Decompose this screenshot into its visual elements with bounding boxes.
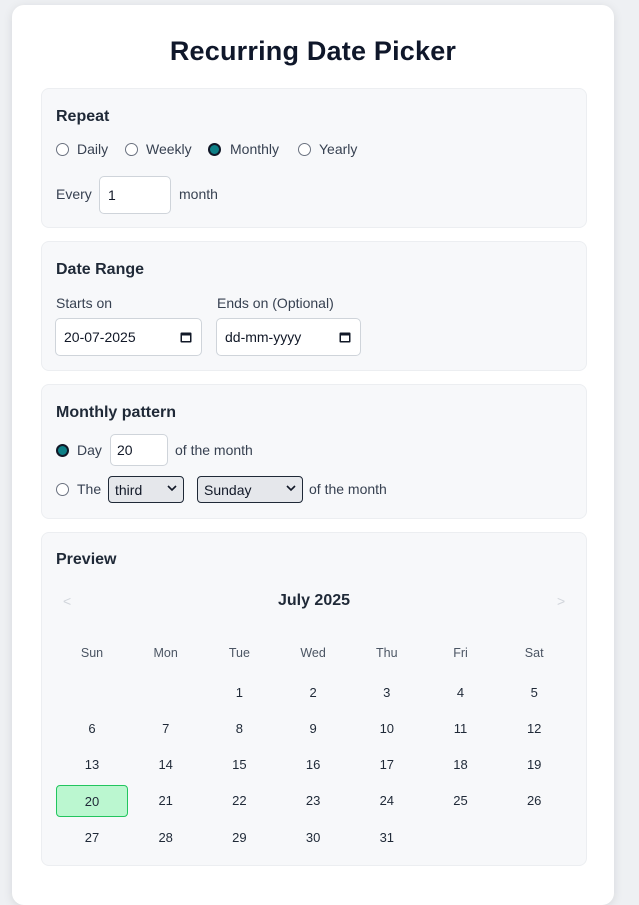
end-date-input[interactable]: dd-mm-yyyy: [216, 318, 361, 356]
weekday-header: Mon: [153, 646, 178, 660]
calendar-day[interactable]: 9: [277, 713, 349, 745]
start-date-input[interactable]: 20-07-2025: [55, 318, 202, 356]
calendar-day[interactable]: 28: [130, 822, 202, 854]
calendar-day[interactable]: 13: [56, 749, 128, 781]
ordinal-select[interactable]: third: [108, 476, 184, 503]
interval-unit: month: [179, 186, 218, 202]
calendar-day[interactable]: 8: [203, 713, 275, 745]
calendar-day[interactable]: 26: [498, 785, 570, 817]
calendar-day[interactable]: 21: [130, 785, 202, 817]
starts-on-label: Starts on: [56, 295, 113, 311]
calendar-day[interactable]: 18: [425, 749, 497, 781]
day-label[interactable]: Day: [77, 442, 102, 458]
calendar-day[interactable]: 16: [277, 749, 349, 781]
interval-input[interactable]: 1: [99, 176, 171, 214]
calendar-day[interactable]: 2: [277, 677, 349, 709]
calendar-day[interactable]: 5: [498, 677, 570, 709]
calendar-day[interactable]: 23: [277, 785, 349, 817]
of-the-month-label-2: of the month: [309, 481, 387, 497]
next-month-button[interactable]: >: [557, 593, 565, 609]
calendar-icon[interactable]: [339, 331, 351, 343]
calendar-day[interactable]: 6: [56, 713, 128, 745]
radio-weekly[interactable]: [125, 143, 138, 156]
date-range-section: Date Range Starts on 20-07-2025 Ends on …: [41, 241, 587, 371]
radio-monthly[interactable]: [208, 143, 221, 156]
weekday-header: Wed: [300, 646, 326, 660]
start-date-value: 20-07-2025: [64, 329, 136, 345]
day-of-month-value: 20: [117, 442, 133, 458]
calendar-day[interactable]: 12: [498, 713, 570, 745]
repeat-section: Repeat Daily Weekly Monthly Yearly Every…: [41, 88, 587, 228]
chevron-down-icon: [167, 485, 177, 492]
calendar-day[interactable]: 29: [203, 822, 275, 854]
chevron-down-icon: [286, 485, 296, 492]
calendar-day[interactable]: 27: [56, 822, 128, 854]
calendar-day[interactable]: 3: [351, 677, 423, 709]
calendar-day[interactable]: 24: [351, 785, 423, 817]
weekday-header: Sat: [524, 646, 544, 660]
weekday-value: Sunday: [204, 481, 252, 498]
preview-heading: Preview: [56, 551, 117, 568]
date-range-heading: Date Range: [56, 261, 145, 278]
calendar-day[interactable]: 15: [203, 749, 275, 781]
calendar-day[interactable]: 22: [203, 785, 275, 817]
calendar-day[interactable]: 11: [425, 713, 497, 745]
calendar-day[interactable]: 1: [203, 677, 275, 709]
radio-daily-label[interactable]: Daily: [77, 141, 108, 157]
interval-value: 1: [108, 187, 116, 203]
radio-yearly-label[interactable]: Yearly: [319, 141, 357, 157]
radio-weekday-of-month[interactable]: [56, 483, 69, 496]
weekday-header: Fri: [453, 646, 468, 660]
weekday-header: Sun: [80, 646, 104, 660]
of-the-month-label: of the month: [175, 442, 253, 458]
picker-card: Recurring Date Picker Repeat Daily Weekl…: [12, 5, 614, 905]
radio-weekly-label[interactable]: Weekly: [146, 141, 192, 157]
calendar-day-selected[interactable]: 20: [56, 785, 128, 817]
preview-section: Preview < July 2025 > Sun Mon Tue Wed Thu Fri…: [41, 532, 587, 866]
calendar-day[interactable]: 31: [351, 822, 423, 854]
the-label[interactable]: The: [77, 481, 101, 497]
ends-on-label: Ends on (Optional): [217, 295, 334, 311]
monthly-pattern-section: Monthly pattern Day 20 of the month The …: [41, 384, 587, 519]
ordinal-value: third: [115, 481, 143, 498]
calendar-day[interactable]: 17: [351, 749, 423, 781]
radio-yearly[interactable]: [298, 143, 311, 156]
calendar-day[interactable]: 30: [277, 822, 349, 854]
every-label: Every: [56, 186, 92, 202]
page-title: Recurring Date Picker: [169, 36, 457, 66]
end-date-placeholder: dd-mm-yyyy: [225, 329, 302, 345]
calendar-day[interactable]: 25: [425, 785, 497, 817]
calendar-day[interactable]: 14: [130, 749, 202, 781]
calendar-month-title: July 2025: [277, 592, 351, 609]
radio-daily[interactable]: [56, 143, 69, 156]
monthly-pattern-heading: Monthly pattern: [56, 404, 176, 421]
calendar-icon[interactable]: [180, 331, 192, 343]
repeat-heading: Repeat: [56, 108, 110, 125]
calendar-day[interactable]: 10: [351, 713, 423, 745]
weekday-header: Thu: [376, 646, 398, 660]
day-of-month-input[interactable]: 20: [110, 434, 168, 466]
weekday-header: Tue: [228, 646, 250, 660]
weekday-select[interactable]: Sunday: [197, 476, 303, 503]
radio-day-of-month[interactable]: [56, 444, 69, 457]
calendar-day[interactable]: 7: [130, 713, 202, 745]
radio-monthly-label[interactable]: Monthly: [230, 141, 279, 157]
calendar-day[interactable]: 19: [498, 749, 570, 781]
calendar-day[interactable]: 4: [425, 677, 497, 709]
